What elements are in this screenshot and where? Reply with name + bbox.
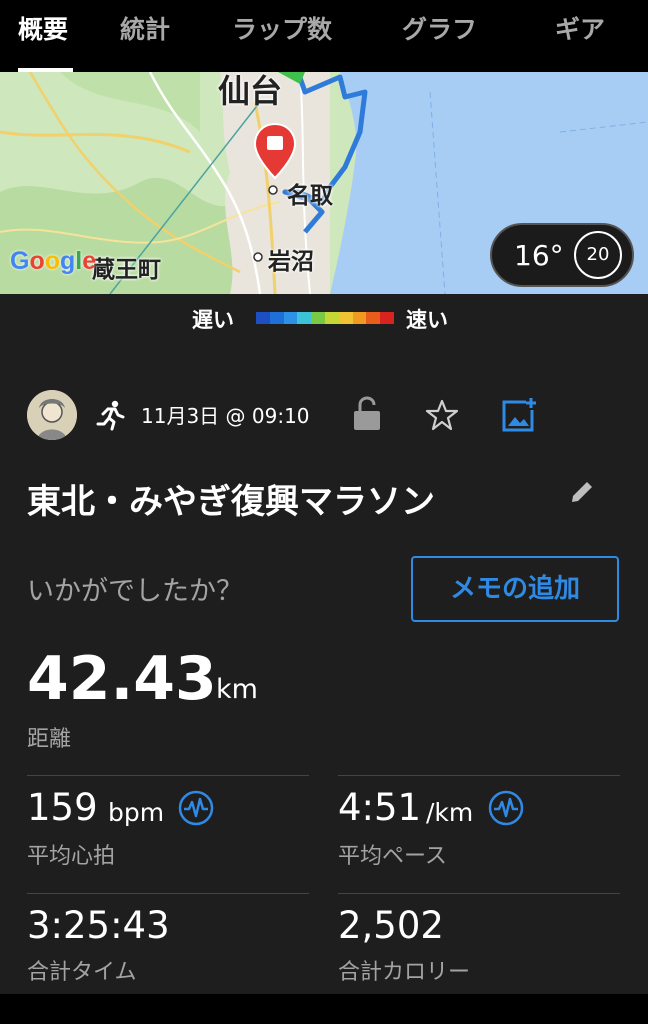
star-icon[interactable] (425, 398, 459, 432)
pace-color-swatch-4 (311, 312, 325, 324)
unlock-icon[interactable] (352, 396, 382, 432)
tab-overview[interactable]: 概要 (18, 10, 68, 50)
distance-value: 42.43 (27, 644, 217, 714)
distance-unit: km (216, 674, 258, 705)
bottom-edge (0, 994, 648, 1024)
legend-slow-label: 遅い (192, 308, 234, 332)
pace-color-swatch-2 (283, 312, 298, 324)
temperature-ring-value: 20 (586, 244, 610, 265)
pace-color-swatch-1 (269, 312, 284, 324)
tab-gear[interactable]: ギア (555, 10, 605, 50)
tab-bar: 概要 統計 ラップ数 グラフ ギア (0, 0, 648, 72)
total-calories-label: 合計カロリー (338, 960, 471, 985)
activity-date: 11月3日 @ 09:10 (141, 404, 310, 428)
tab-laps[interactable]: ラップ数 (232, 10, 332, 50)
legend-fast-label: 速い (406, 308, 448, 332)
total-time-value: 3:25:43 (27, 904, 170, 947)
add-photo-icon[interactable] (500, 396, 538, 434)
divider (338, 893, 620, 894)
tab-graphs[interactable]: グラフ (402, 10, 477, 50)
avg-pace-label: 平均ペース (338, 844, 447, 869)
pace-graph-icon[interactable] (488, 790, 524, 826)
temperature-value: 16° (514, 239, 564, 272)
avg-pace-unit: /km (426, 798, 474, 827)
divider (27, 775, 309, 776)
total-time-label: 合計タイム (27, 960, 137, 985)
pace-color-swatch-5 (324, 312, 339, 324)
tab-stats[interactable]: 統計 (120, 10, 170, 50)
avg-heart-rate-value: 159 (27, 786, 98, 829)
pace-color-swatch-9 (380, 312, 394, 324)
divider (338, 775, 620, 776)
edit-pencil-icon[interactable] (568, 478, 596, 506)
pace-color-swatch-8 (366, 312, 381, 324)
pace-color-swatch-6 (338, 312, 353, 324)
pace-legend: 遅い 速い (0, 294, 648, 354)
avg-pace-value: 4:51 (338, 786, 422, 829)
avg-heart-rate-label: 平均心拍 (27, 844, 116, 869)
avatar[interactable] (27, 390, 77, 440)
distance-label: 距離 (27, 727, 72, 752)
pace-color-swatch-3 (297, 312, 312, 324)
pace-color-swatch-0 (256, 312, 270, 324)
map-label-natori: 名取 (287, 183, 333, 209)
feedback-prompt: いかがでしたか？ (27, 576, 243, 607)
running-icon (96, 400, 125, 431)
activity-summary: 11月3日 @ 09:10 東北・みやぎ復興マラソン いかがでしたか？ メモの追… (0, 354, 648, 994)
map-label-zao: 蔵王町 (92, 257, 161, 283)
temperature-ring: 20 (574, 231, 622, 279)
avg-heart-rate-unit: bpm (108, 798, 165, 827)
map-label-iwanuma: 岩沼 (268, 249, 314, 275)
google-logo: Google (10, 247, 97, 275)
pace-color-scale (256, 312, 394, 324)
heart-rate-graph-icon[interactable] (178, 790, 214, 826)
pace-color-swatch-7 (352, 312, 367, 324)
weather-badge[interactable]: 16° 20 (490, 223, 634, 287)
activity-title: 東北・みやぎ復興マラソン (27, 482, 435, 522)
total-calories-value: 2,502 (338, 904, 444, 947)
map-label-sendai: 仙台 (218, 72, 283, 110)
add-memo-button[interactable]: メモの追加 (411, 556, 619, 622)
route-map[interactable]: 仙台 名取 岩沼 蔵王町 Google 16° 20 (0, 72, 648, 294)
divider (27, 893, 309, 894)
